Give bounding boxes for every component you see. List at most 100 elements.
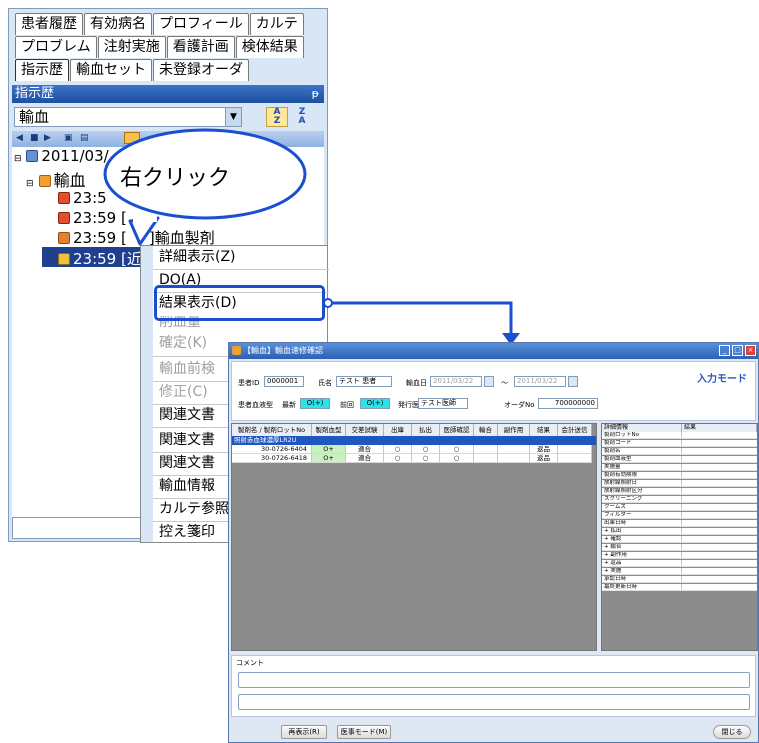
- tab-order-history[interactable]: 指示歴: [15, 59, 69, 81]
- detail-row[interactable]: + 副作用: [602, 552, 757, 559]
- table-row[interactable]: 30-0726-6418 O+ 適合 ○ ○ ○ 返品: [232, 454, 592, 463]
- maximize-icon[interactable]: □: [732, 345, 743, 356]
- redisplay-button[interactable]: 再表示(R): [281, 725, 327, 739]
- detail-row[interactable]: 放射線照射日: [602, 480, 757, 487]
- next-icon[interactable]: ▶: [44, 133, 51, 143]
- date-to-field[interactable]: 2011/03/22: [514, 376, 566, 387]
- medical-mode-button[interactable]: 医事モード(M): [337, 725, 391, 739]
- detail-info-grid: 詳細情報 結果 製剤ロットNo 製剤コード 製剤名 製剤血液型 実施量 製剤有効…: [601, 423, 758, 651]
- menu-item-related-doc-1[interactable]: 関連文書: [159, 404, 215, 426]
- detail-row[interactable]: 出庫日時: [602, 520, 757, 527]
- refresh-icon[interactable]: ▣: [64, 133, 73, 143]
- patient-id-field[interactable]: 0000001: [264, 376, 304, 387]
- product-group-row[interactable]: 照射赤血球濃厚LR2U: [232, 436, 596, 445]
- detail-row[interactable]: 製剤名: [602, 448, 757, 455]
- menu-item-related-doc-2[interactable]: 関連文書: [159, 429, 215, 451]
- comment-area: コメント: [231, 655, 756, 717]
- detail-row[interactable]: フィルター: [602, 512, 757, 519]
- detail-row[interactable]: スクリーニング: [602, 496, 757, 503]
- col-side-effect[interactable]: 副作用: [498, 424, 530, 436]
- calendar-icon[interactable]: [484, 376, 494, 387]
- col-doctor-confirm[interactable]: 医師確認: [440, 424, 474, 436]
- detail-row[interactable]: + 払出: [602, 528, 757, 535]
- detail-row[interactable]: 製剤ロットNo: [602, 432, 757, 439]
- table-row[interactable]: 30-0726-6404 O+ 適合 ○ ○ ○ 返品: [232, 445, 592, 454]
- detail-row[interactable]: 最終更新日時: [602, 584, 757, 591]
- col-dispense[interactable]: 払出: [412, 424, 440, 436]
- detail-row[interactable]: 製剤有効期限: [602, 472, 757, 479]
- calendar-icon[interactable]: [568, 376, 578, 387]
- detail-header: 詳細情報 結果: [602, 424, 757, 432]
- close-button[interactable]: 閉じる: [713, 725, 751, 739]
- pin-icon[interactable]: ᵽ: [312, 85, 319, 103]
- blood-type-label: 患者血液型: [238, 401, 273, 409]
- tab-row-3: 指示歴 輸血セット 未登録オーダ: [15, 59, 250, 81]
- menu-item-related-doc-3[interactable]: 関連文書: [159, 452, 215, 474]
- tree-node-date[interactable]: ⊟ 2011/03/: [14, 147, 109, 165]
- tab-transfusion-set[interactable]: 輸血セット: [70, 59, 152, 81]
- window-titlebar[interactable]: 【輸血】輸血速修確認 _ □ ×: [229, 343, 758, 359]
- tree-node-transfusion[interactable]: ⊟ 輸血: [26, 167, 86, 191]
- col-product-name[interactable]: 製剤名 / 製剤ロットNo: [232, 424, 312, 436]
- detail-row[interactable]: + 実施: [602, 568, 757, 575]
- col-billing-sent[interactable]: 会計送信: [558, 424, 592, 436]
- detail-row[interactable]: + 返品: [602, 560, 757, 567]
- sort-ascending-icon[interactable]: AZ: [266, 107, 288, 127]
- first-icon[interactable]: ◀: [16, 133, 23, 143]
- detail-row[interactable]: 製剤血液型: [602, 456, 757, 463]
- issuer-field[interactable]: テスト医師: [418, 398, 468, 409]
- menu-item-copy-print[interactable]: 控え箋印: [159, 521, 215, 543]
- collapse-icon[interactable]: ⊟: [26, 179, 34, 189]
- tab-valid-disease[interactable]: 有効病名: [84, 13, 152, 35]
- name-label: 氏名: [318, 379, 332, 387]
- menu-item-transfusion-info[interactable]: 輸血情報: [159, 475, 215, 497]
- col-product-blood-type[interactable]: 製剤血型: [312, 424, 346, 436]
- detail-row[interactable]: 実施量: [602, 464, 757, 471]
- tab-row-1: 患者履歴 有効病名 プロフィール カルテ: [15, 13, 305, 35]
- sort-descending-icon[interactable]: ZA: [291, 107, 313, 127]
- order-icon: [58, 253, 70, 265]
- tab-specimen-result[interactable]: 検体結果: [235, 36, 304, 58]
- highlight-frame: [154, 285, 325, 321]
- copy-icon[interactable]: ▤: [80, 133, 89, 143]
- col-result[interactable]: 結果: [530, 424, 558, 436]
- menu-item-pre-transfusion[interactable]: 輸血前検: [159, 358, 215, 380]
- order-type-select[interactable]: 輸血 ▼: [14, 107, 242, 127]
- detail-row[interactable]: 承認日時: [602, 576, 757, 583]
- detail-row[interactable]: クームス: [602, 504, 757, 511]
- tab-nursing-plan[interactable]: 看護計画: [166, 36, 235, 58]
- menu-item-confirm[interactable]: 確定(K): [159, 332, 207, 354]
- menu-item-modify[interactable]: 修正(C): [159, 381, 208, 403]
- tab-profile[interactable]: プロフィール: [153, 13, 249, 35]
- tab-problem[interactable]: プロブレム: [15, 36, 97, 58]
- comment-field-1[interactable]: [238, 672, 750, 688]
- minimize-icon[interactable]: _: [719, 345, 730, 356]
- date-from-field[interactable]: 2011/03/22: [430, 376, 482, 387]
- tab-injection[interactable]: 注射実施: [97, 36, 166, 58]
- patient-name-field[interactable]: テスト 患者: [336, 376, 392, 387]
- detail-row[interactable]: + 確認: [602, 536, 757, 543]
- comment-field-2[interactable]: [238, 694, 750, 710]
- col-issue[interactable]: 出庫: [384, 424, 412, 436]
- col-cross-match[interactable]: 交差試験: [346, 424, 384, 436]
- tab-patient-history[interactable]: 患者履歴: [15, 13, 83, 35]
- chevron-down-icon[interactable]: ▼: [225, 108, 241, 126]
- comment-label: コメント: [236, 659, 264, 667]
- current-blood-type: O(+): [300, 398, 330, 409]
- window-title: 【輸血】輸血速修確認: [243, 346, 323, 355]
- date-range-tilde: ～: [501, 379, 508, 387]
- menu-item-karte-reference[interactable]: カルテ参照: [159, 498, 229, 520]
- tab-karte[interactable]: カルテ: [249, 13, 304, 35]
- close-icon[interactable]: ×: [745, 345, 756, 356]
- col-match[interactable]: 輸合: [474, 424, 498, 436]
- order-icon: [58, 212, 70, 224]
- tab-unregistered-order[interactable]: 未登録オーダ: [153, 59, 249, 81]
- detail-row[interactable]: 製剤コード: [602, 440, 757, 447]
- app-icon: [232, 346, 241, 355]
- collapse-icon[interactable]: ⊟: [14, 154, 22, 164]
- stop-icon[interactable]: ■: [30, 133, 39, 143]
- detail-row[interactable]: + 輸合: [602, 544, 757, 551]
- order-no-field[interactable]: 700000000: [538, 398, 598, 409]
- detail-row[interactable]: 放射線照射区分: [602, 488, 757, 495]
- current-label: 最新: [282, 401, 296, 409]
